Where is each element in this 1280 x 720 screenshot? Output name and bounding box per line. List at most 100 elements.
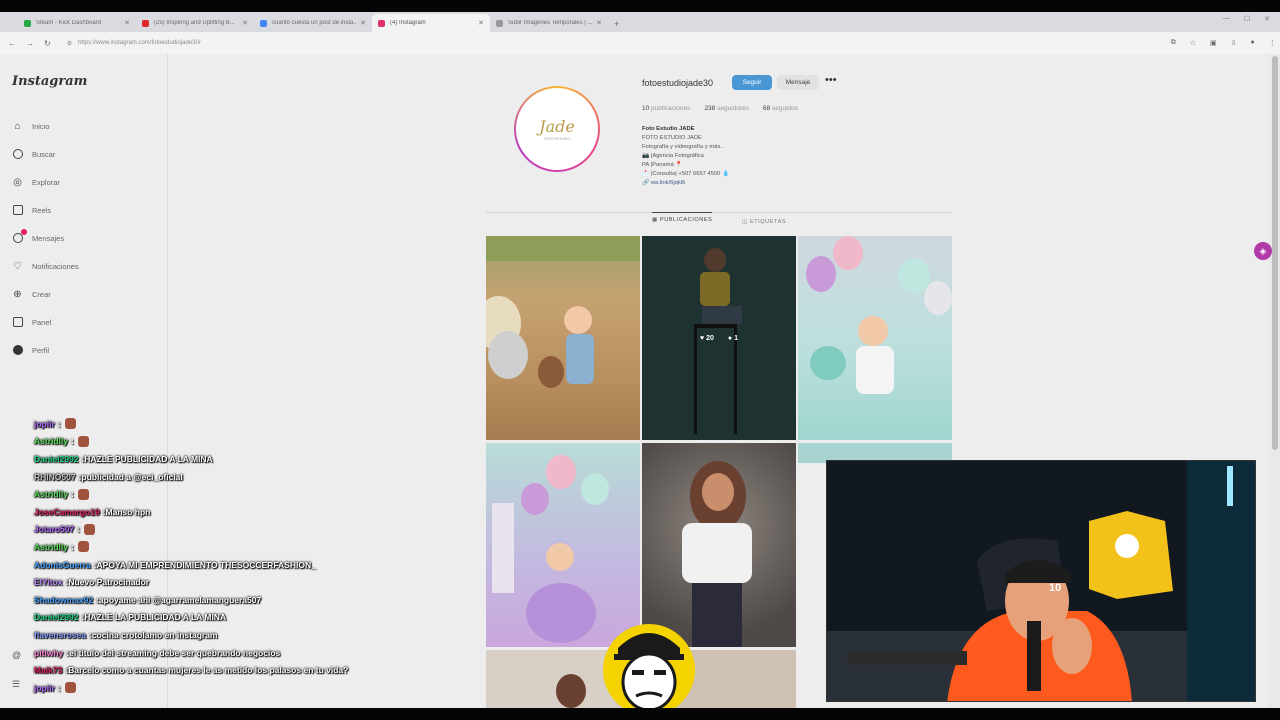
chat-message: pitiwhy: el titulo del streaming debe se… bbox=[34, 644, 454, 662]
instagram-logo[interactable]: Instagram bbox=[12, 74, 87, 89]
sidebar-item-mensajes[interactable]: Mensajes bbox=[12, 224, 79, 252]
chat-username: pitiwhy bbox=[34, 647, 64, 658]
chat-text: Manso hpn bbox=[105, 506, 151, 517]
link-icon: 🔗 bbox=[642, 180, 650, 186]
profile-tabs-divider bbox=[486, 212, 952, 213]
chat-separator: : bbox=[57, 682, 61, 693]
home-icon: ⌂ bbox=[14, 120, 21, 132]
tab-publicaciones[interactable]: ▦ PUBLICACIONES bbox=[652, 212, 713, 226]
chat-emote-icon bbox=[64, 682, 76, 694]
chat-username: Maik73 bbox=[34, 665, 63, 676]
threads-icon[interactable]: @ bbox=[12, 650, 21, 660]
bio-line: FOTO ESTUDIO JADE bbox=[642, 135, 702, 141]
profile-picture-subtext: FOTO ESTUDIO bbox=[543, 137, 571, 141]
chat-username: JoseCamargo19 bbox=[34, 506, 100, 517]
extensions-icon[interactable]: ▣ bbox=[1210, 39, 1217, 47]
chat-message: Astridlly: bbox=[34, 538, 454, 556]
chat-text: HAZLE LA PUBLICIDAD A LA MINA bbox=[84, 612, 227, 623]
sidebar-item-reels[interactable]: Reels bbox=[12, 196, 79, 224]
chat-username: Daniel2992 bbox=[34, 612, 79, 623]
sidebar-item-notificaciones[interactable]: ♡ Notificaciones bbox=[12, 252, 79, 280]
tab-close-icon[interactable]: ✕ bbox=[360, 19, 366, 27]
message-button[interactable]: Mensaje bbox=[777, 75, 819, 90]
chat-username: Astridlly bbox=[34, 489, 69, 500]
forward-icon[interactable]: → bbox=[26, 39, 34, 48]
browser-tab[interactable]: (25) Inspiring and Uplifting B... ✕ bbox=[136, 14, 254, 32]
chat-message: JoseCamargo19: Manso hpn bbox=[34, 503, 454, 521]
grid-icon: ▦ bbox=[652, 216, 658, 223]
post-thumbnail-hover[interactable]: ♥ 20 ● 1 bbox=[642, 236, 796, 440]
stream-chat-overlay: jopiir: Astridlly: Daniel2992: HAZLE PUB… bbox=[34, 415, 454, 697]
address-bar[interactable]: ⚙ https://www.instagram.com/fotoestudioj… bbox=[60, 35, 1141, 51]
sidebar-item-label: Buscar bbox=[32, 149, 56, 159]
close-window-icon[interactable]: ✕ bbox=[1264, 15, 1270, 23]
comment-icon: ● bbox=[727, 334, 733, 342]
sidebar-item-explorar[interactable]: ◎ Explorar bbox=[12, 168, 79, 196]
new-tab-icon[interactable]: + bbox=[614, 19, 619, 29]
profile-avatar-icon[interactable]: ● bbox=[1250, 39, 1254, 47]
tab-favicon-icon bbox=[142, 19, 149, 27]
menu-icon[interactable]: ⋮ bbox=[1269, 39, 1276, 47]
browser-tab[interactable]: Steam - Kick Dashboard ✕ bbox=[18, 14, 136, 32]
more-options-icon[interactable]: ••• bbox=[825, 74, 837, 86]
sidebar-item-perfil[interactable]: Perfil bbox=[12, 336, 79, 364]
chat-message: Shadowmax92: apoyame ahi @agarramelamang… bbox=[34, 591, 454, 609]
browser-tab[interactable]: cuanto cuesta un post de insta... ✕ bbox=[254, 14, 372, 32]
compass-icon: ◎ bbox=[13, 176, 22, 188]
chat-emote-icon bbox=[77, 541, 89, 553]
browser-tab[interactable]: Subir Imagenes Temporales | ... ✕ bbox=[490, 14, 608, 32]
chat-username: jopiir bbox=[34, 682, 55, 693]
extension-floating-icon[interactable]: ◈ bbox=[1254, 242, 1272, 260]
sidebar-item-inicio[interactable]: ⌂ Inicio bbox=[12, 112, 79, 140]
sidebar-item-panel[interactable]: Panel bbox=[12, 308, 79, 336]
chat-text: cocina crotolamo en instagram bbox=[91, 629, 218, 640]
tab-close-icon[interactable]: ✕ bbox=[242, 19, 248, 27]
chat-message: Jotaro507: bbox=[34, 521, 454, 539]
sidebar-item-crear[interactable]: ⊕ Crear bbox=[12, 280, 79, 308]
tab-title: Subir Imagenes Temporales | ... bbox=[508, 20, 593, 26]
chat-username: RHINO507 bbox=[34, 471, 76, 482]
chat-message: jopiir: bbox=[34, 415, 454, 433]
chat-separator: : bbox=[71, 541, 74, 552]
tag-icon: ◫ bbox=[742, 219, 748, 225]
following-stat[interactable]: 68 seguidos bbox=[763, 105, 798, 112]
back-icon[interactable]: ← bbox=[8, 39, 16, 48]
profile-picture-logo: Jade bbox=[539, 117, 575, 136]
sidebar-item-buscar[interactable]: Buscar bbox=[12, 140, 79, 168]
bio-name: Foto Estudio JADE bbox=[642, 126, 695, 132]
profile-picture[interactable]: Jade FOTO ESTUDIO bbox=[514, 86, 600, 172]
more-menu-icon[interactable]: ☰ bbox=[12, 679, 20, 690]
tab-close-icon[interactable]: ✕ bbox=[596, 19, 602, 27]
install-icon[interactable]: ⧉ bbox=[1171, 39, 1176, 47]
search-icon bbox=[12, 149, 23, 160]
chat-separator: : bbox=[77, 524, 81, 535]
tab-favicon-icon bbox=[378, 19, 385, 27]
bio-link[interactable]: 🔗 wa.link/6jqkl6 bbox=[642, 179, 729, 188]
page-scrollbar[interactable] bbox=[1272, 56, 1278, 450]
tab-close-icon[interactable]: ✕ bbox=[478, 19, 484, 27]
followers-stat[interactable]: 238 seguidores bbox=[704, 105, 748, 112]
webcam-scene: 10 bbox=[827, 461, 1255, 701]
browser-tab[interactable]: (4) Instagram ✕ bbox=[372, 14, 490, 32]
follow-button[interactable]: Seguir bbox=[732, 75, 772, 90]
chat-username: jopiir bbox=[34, 418, 55, 429]
downloads-icon[interactable]: ⇩ bbox=[1231, 39, 1237, 47]
tab-close-icon[interactable]: ✕ bbox=[124, 19, 130, 27]
letterbox-bottom bbox=[0, 708, 1280, 720]
post-thumbnail[interactable] bbox=[798, 236, 952, 440]
chat-emote-icon bbox=[64, 418, 76, 430]
minimize-icon[interactable]: — bbox=[1223, 15, 1230, 23]
chat-message: Daniel2992: HAZLE LA PUBLICIDAD A LA MIN… bbox=[34, 609, 454, 627]
reload-icon[interactable]: ↻ bbox=[44, 39, 51, 48]
chat-separator: : bbox=[71, 489, 74, 500]
browser-navbar: ← → ↻ ⚙ https://www.instagram.com/fotoes… bbox=[0, 32, 1280, 54]
bookmark-star-icon[interactable]: ☆ bbox=[1190, 39, 1196, 47]
maximize-icon[interactable]: ☐ bbox=[1244, 15, 1250, 23]
site-info-icon[interactable]: ⚙ bbox=[67, 40, 72, 47]
chat-username: Astridlly bbox=[34, 436, 69, 447]
browser-tab-strip: Steam - Kick Dashboard ✕ (25) Inspiring an… bbox=[0, 12, 1280, 32]
sidebar-item-label: Notificaciones bbox=[32, 261, 79, 271]
tab-etiquetas[interactable]: ◫ ETIQUETAS bbox=[742, 219, 786, 225]
post-thumbnail[interactable] bbox=[486, 236, 640, 440]
bio-line: 📩 |Consulta| +507 6657 4500 💧 bbox=[642, 171, 730, 177]
